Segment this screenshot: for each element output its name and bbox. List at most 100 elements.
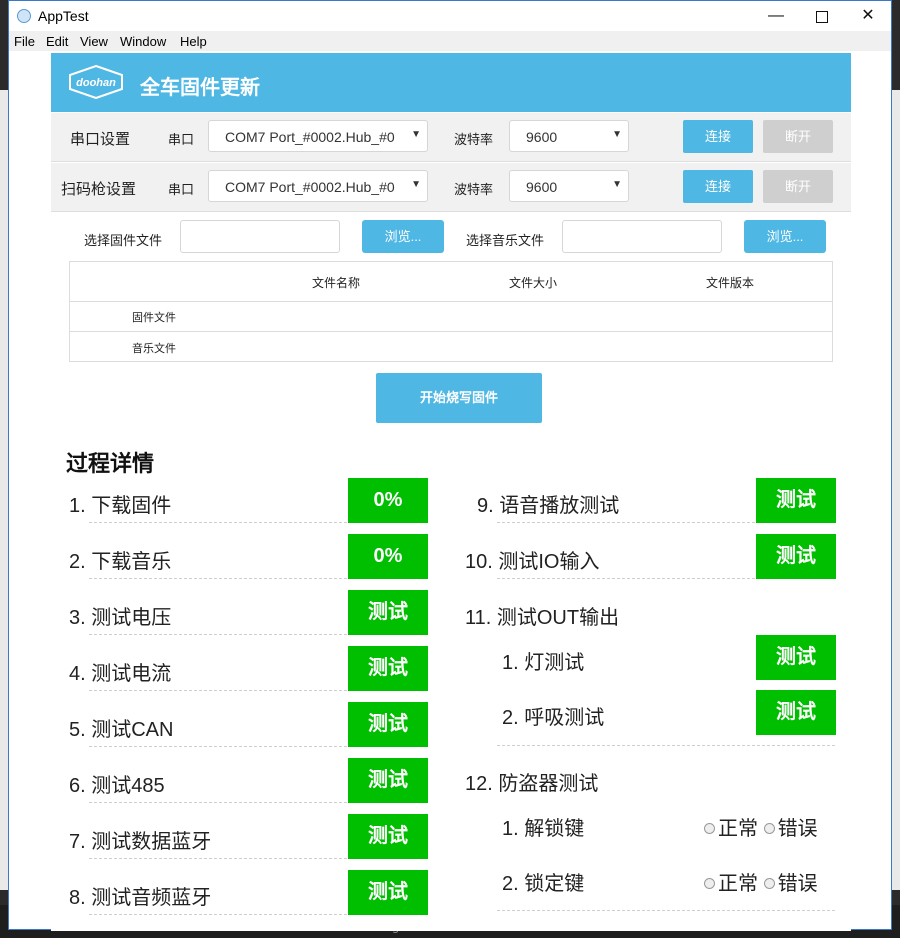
lock-ok-radio[interactable] xyxy=(704,877,715,889)
step-lamp-test: 1. 灯测试 xyxy=(502,652,585,674)
breath-test-button[interactable]: 测试 xyxy=(756,690,836,735)
menu-bar: File Edit View Window Help xyxy=(9,31,891,51)
firmware-file-input[interactable] xyxy=(180,220,340,253)
serial-port-select[interactable]: COM7 Port_#0002.Hub_#0 ▼ xyxy=(208,120,428,152)
scanner-port-label: 串口 xyxy=(168,182,195,197)
step-lock-key: 2. 锁定键 xyxy=(502,873,585,895)
column-file-size: 文件大小 xyxy=(509,276,558,290)
test-data-bluetooth-button[interactable]: 测试 xyxy=(348,814,428,859)
divider xyxy=(89,746,347,747)
svg-text:doohan: doohan xyxy=(76,77,116,89)
test-voice-button[interactable]: 测试 xyxy=(756,478,836,523)
chevron-down-icon: ▼ xyxy=(612,179,622,190)
unlock-key-radio-group: 正常 错误 xyxy=(704,812,818,841)
chevron-down-icon: ▼ xyxy=(411,129,421,140)
divider xyxy=(89,578,347,579)
step-download-firmware: 1. 下载固件 xyxy=(69,495,172,517)
row-label-music: 音乐文件 xyxy=(132,343,176,355)
table-header-row: 文件名称 文件大小 文件版本 xyxy=(70,262,832,302)
lock-key-radio-group: 正常 错误 xyxy=(704,867,818,896)
music-file-input[interactable] xyxy=(562,220,722,253)
page-title: 全车固件更新 xyxy=(140,77,260,99)
divider xyxy=(497,578,755,579)
lamp-test-button[interactable]: 测试 xyxy=(756,635,836,680)
scanner-baud-select[interactable]: 9600 ▼ xyxy=(509,170,629,202)
maximize-icon xyxy=(816,11,828,23)
table-row: 音乐文件 xyxy=(70,332,832,362)
download-music-progress[interactable]: 0% xyxy=(348,534,428,579)
menu-window[interactable]: Window xyxy=(120,34,166,49)
chevron-down-icon: ▼ xyxy=(612,129,622,140)
divider xyxy=(89,802,347,803)
menu-view[interactable]: View xyxy=(80,34,108,49)
unlock-error-radio[interactable] xyxy=(763,822,775,834)
column-file-name: 文件名称 xyxy=(312,276,361,290)
menu-edit[interactable]: Edit xyxy=(46,34,68,49)
serial-baud-select[interactable]: 9600 ▼ xyxy=(509,120,629,152)
minimize-button[interactable]: — xyxy=(753,1,799,31)
divider xyxy=(89,690,347,691)
step-test-data-bluetooth: 7. 测试数据蓝牙 xyxy=(69,831,212,853)
window-title: AppTest xyxy=(38,8,89,24)
firmware-browse-button[interactable]: 浏览... xyxy=(362,220,444,253)
scanner-port-value: COM7 Port_#0002.Hub_#0 xyxy=(225,179,395,195)
firmware-file-label: 选择固件文件 xyxy=(84,233,163,248)
serial-baud-value: 9600 xyxy=(526,129,558,145)
unlock-ok-label: 正常 xyxy=(718,818,758,840)
step-voice-playback: 9. 语音播放测试 xyxy=(477,495,620,517)
step-test-485: 6. 测试485 xyxy=(69,775,165,797)
step-test-current: 4. 测试电流 xyxy=(69,663,172,685)
download-firmware-progress[interactable]: 0% xyxy=(348,478,428,523)
step-test-io-input: 10. 测试IO输入 xyxy=(465,551,600,573)
serial-port-value: COM7 Port_#0002.Hub_#0 xyxy=(225,129,395,145)
test-audio-bluetooth-button[interactable]: 测试 xyxy=(348,870,428,915)
lock-ok-label: 正常 xyxy=(718,873,758,895)
step-breath-test: 2. 呼吸测试 xyxy=(502,707,605,729)
maximize-button[interactable] xyxy=(799,1,845,31)
divider xyxy=(497,910,835,911)
step-anti-theft-test: 12. 防盗器测试 xyxy=(465,773,599,795)
lock-error-radio[interactable] xyxy=(763,877,775,889)
table-row: 固件文件 xyxy=(70,301,832,332)
row-label-firmware: 固件文件 xyxy=(132,312,176,324)
step-test-voltage: 3. 测试电压 xyxy=(69,607,172,629)
step-download-music: 2. 下载音乐 xyxy=(69,551,172,573)
test-485-button[interactable]: 测试 xyxy=(348,758,428,803)
serial-settings-label: 串口设置 xyxy=(70,131,131,148)
test-current-button[interactable]: 测试 xyxy=(348,646,428,691)
scanner-settings-row: 扫码枪设置 串口 COM7 Port_#0002.Hub_#0 ▼ 波特率 96… xyxy=(51,163,851,212)
scanner-baud-label: 波特率 xyxy=(454,182,494,197)
column-file-version: 文件版本 xyxy=(706,276,755,290)
title-bar: AppTest — ✕ xyxy=(9,1,891,31)
serial-connect-button[interactable]: 连接 xyxy=(683,120,753,153)
divider xyxy=(497,745,835,746)
app-icon xyxy=(17,9,31,23)
divider xyxy=(89,634,347,635)
menu-file[interactable]: File xyxy=(14,34,35,49)
serial-disconnect-button[interactable]: 断开 xyxy=(763,120,833,153)
start-flash-button[interactable]: 开始烧写固件 xyxy=(376,373,542,423)
lock-error-label: 错误 xyxy=(777,873,818,895)
step-test-can: 5. 测试CAN xyxy=(69,719,174,741)
scanner-port-select[interactable]: COM7 Port_#0002.Hub_#0 ▼ xyxy=(208,170,428,202)
doohan-logo: doohan xyxy=(69,65,123,99)
scanner-baud-value: 9600 xyxy=(526,179,558,195)
test-voltage-button[interactable]: 测试 xyxy=(348,590,428,635)
process-details-title: 过程详情 xyxy=(66,451,155,476)
file-table: 文件名称 文件大小 文件版本 固件文件 音乐文件 xyxy=(69,261,833,362)
scanner-settings-label: 扫码枪设置 xyxy=(61,181,137,198)
serial-port-label: 串口 xyxy=(168,132,195,147)
scanner-connect-button[interactable]: 连接 xyxy=(683,170,753,203)
divider xyxy=(89,914,347,915)
test-can-button[interactable]: 测试 xyxy=(348,702,428,747)
menu-help[interactable]: Help xyxy=(180,34,207,49)
scanner-disconnect-button[interactable]: 断开 xyxy=(763,170,833,203)
music-browse-button[interactable]: 浏览... xyxy=(744,220,826,253)
unlock-ok-radio[interactable] xyxy=(704,822,715,834)
close-button[interactable]: ✕ xyxy=(845,1,891,31)
main-content: doohan 全车固件更新 串口设置 串口 COM7 Port_#0002.Hu… xyxy=(51,53,851,931)
step-test-out-output: 11. 测试OUT输出 xyxy=(465,607,620,629)
test-io-button[interactable]: 测试 xyxy=(756,534,836,579)
step-unlock-key: 1. 解锁键 xyxy=(502,818,585,840)
divider xyxy=(89,858,347,859)
